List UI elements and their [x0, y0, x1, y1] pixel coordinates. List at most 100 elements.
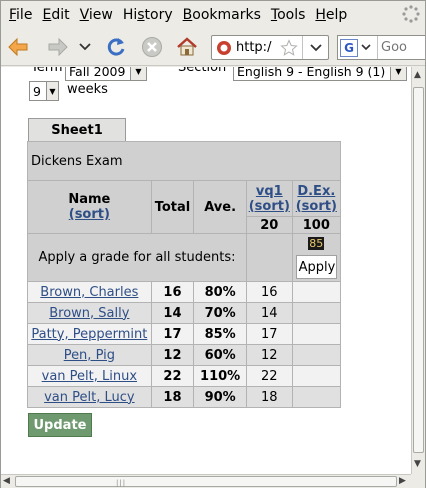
horizontal-scroll-thumb[interactable]: ||| — [15, 476, 397, 487]
menu-history[interactable]: History — [118, 7, 178, 23]
dex-link[interactable]: D.Ex. — [297, 184, 335, 199]
sort-dex-link[interactable]: (sort) — [296, 199, 337, 214]
update-button[interactable]: Update — [28, 413, 92, 437]
search-input[interactable] — [381, 40, 425, 55]
dropdown-arrow-icon: ▼ — [46, 82, 58, 100]
term-label: Term — [31, 67, 63, 75]
student-name-link[interactable]: van Pelt, Linux — [42, 369, 137, 384]
vq1-cell[interactable]: 12 — [245, 344, 293, 366]
menu-file[interactable]: File — [4, 7, 37, 23]
back-button[interactable] — [5, 34, 31, 60]
apply-grade-label: Apply a grade for all students: — [27, 233, 247, 282]
term-select-value: Fall 2009 — [69, 67, 126, 79]
history-dropdown-button[interactable] — [75, 34, 95, 60]
table-row: Brown, Sally 14 70% 14 — [27, 302, 342, 324]
url-text[interactable]: http:/ — [236, 40, 271, 55]
dex-cell[interactable] — [291, 344, 342, 366]
student-name-link[interactable]: Brown, Charles — [40, 285, 138, 300]
menu-tools[interactable]: Tools — [266, 7, 311, 23]
table-row: Pen, Pig 12 60% 12 — [27, 344, 342, 366]
stop-button[interactable] — [139, 34, 165, 60]
term-select[interactable]: Fall 2009 ▼ — [65, 67, 147, 81]
weeks-select-value: 9 — [33, 83, 41, 99]
section-select[interactable]: English 9 - English 9 (1) ▼ — [233, 67, 407, 81]
total-cell: 22 — [150, 365, 195, 387]
dex-cell[interactable] — [291, 302, 342, 324]
scrollbar-corner — [411, 474, 425, 488]
back-arrow-icon — [8, 37, 28, 57]
vertical-scroll-thumb[interactable] — [413, 87, 424, 453]
table-row: van Pelt, Linux 22 110% 22 — [27, 365, 342, 387]
scroll-up-icon[interactable]: ▲ — [414, 70, 421, 80]
total-cell: 17 — [150, 323, 195, 345]
vq1-cell[interactable]: 18 — [245, 386, 293, 408]
dex-cell[interactable] — [291, 281, 342, 303]
scroll-right-icon[interactable]: ▶ — [399, 476, 406, 486]
total-cell: 16 — [150, 281, 195, 303]
scroll-left-icon[interactable]: ◀ — [3, 476, 10, 486]
average-cell: 85% — [193, 323, 247, 345]
dex-cell[interactable] — [291, 365, 342, 387]
url-dropdown-button[interactable] — [302, 36, 328, 59]
vq1-cell[interactable]: 16 — [245, 281, 293, 303]
student-name-link[interactable]: van Pelt, Lucy — [44, 390, 134, 405]
vq1-link[interactable]: vq1 — [256, 184, 283, 199]
apply-grade-input[interactable]: 85 — [308, 237, 325, 250]
menu-edit[interactable]: Edit — [37, 7, 74, 23]
vertical-scrollbar[interactable]: ▲ ▼ — [411, 67, 425, 474]
vq1-cell[interactable]: 17 — [245, 323, 293, 345]
browser-window: File Edit View History Bookmarks Tools H… — [0, 0, 426, 488]
reload-icon — [107, 38, 125, 56]
section-select-value: English 9 - English 9 (1) — [237, 67, 386, 79]
stop-icon — [142, 37, 162, 57]
average-cell: 80% — [193, 281, 247, 303]
gradebook-table: Dickens Exam Name (sort) Total Ave. vq1 … — [27, 141, 342, 408]
name-header: Name (sort) — [27, 180, 152, 234]
apply-dex-cell: 85 Apply — [291, 233, 342, 282]
page-content: Term Fall 2009 ▼ Section English 9 - Eng… — [1, 67, 411, 474]
throbber-icon — [402, 5, 420, 23]
vq1-cell[interactable]: 22 — [245, 365, 293, 387]
bookmark-star-icon[interactable] — [280, 39, 298, 57]
search-engine-button[interactable]: G — [338, 36, 378, 59]
menu-bar: File Edit View History Bookmarks Tools H… — [1, 1, 425, 28]
weeks-select[interactable]: 9 ▼ — [29, 81, 59, 101]
table-row: van Pelt, Lucy 18 90% 18 — [27, 386, 342, 408]
tab-sheet1[interactable]: Sheet1 — [28, 118, 126, 142]
sort-name-link[interactable]: (sort) — [69, 207, 110, 222]
dex-header: D.Ex. (sort) — [291, 180, 342, 217]
chevron-down-icon — [79, 43, 91, 51]
dex-cell[interactable] — [291, 323, 342, 345]
total-cell: 12 — [150, 344, 195, 366]
dex-cell[interactable] — [291, 386, 342, 408]
home-button[interactable] — [174, 34, 200, 60]
total-cell: 14 — [150, 302, 195, 324]
average-cell: 70% — [193, 302, 247, 324]
sort-vq1-link[interactable]: (sort) — [249, 199, 290, 214]
scroll-down-icon[interactable]: ▼ — [414, 459, 421, 469]
forward-arrow-icon — [48, 37, 68, 57]
total-header: Total — [150, 180, 195, 234]
reload-button[interactable] — [103, 34, 129, 60]
chevron-down-icon — [309, 43, 322, 51]
vq1-cell[interactable]: 14 — [245, 302, 293, 324]
horizontal-scrollbar[interactable]: ◀ ||| ▶ — [1, 474, 411, 488]
student-name-link[interactable]: Brown, Sally — [49, 306, 129, 321]
chevron-down-icon — [361, 44, 371, 51]
menu-view[interactable]: View — [75, 7, 118, 23]
vq1-header: vq1 (sort) — [245, 180, 293, 217]
name-header-label: Name — [68, 192, 111, 207]
total-cell: 18 — [150, 386, 195, 408]
student-name-link[interactable]: Patty, Peppermint — [31, 327, 147, 342]
forward-button[interactable] — [45, 34, 71, 60]
search-bar: G — [337, 35, 425, 60]
dropdown-arrow-icon: ▼ — [390, 67, 406, 80]
home-icon — [177, 37, 197, 56]
url-bar[interactable]: http:/ — [211, 35, 329, 60]
apply-button[interactable]: Apply — [295, 255, 337, 279]
menu-help[interactable]: Help — [310, 7, 352, 23]
menu-bookmarks[interactable]: Bookmarks — [178, 7, 266, 23]
student-name-link[interactable]: Pen, Pig — [64, 348, 115, 363]
site-favicon-icon — [217, 40, 231, 55]
table-row: Patty, Peppermint 17 85% 17 — [27, 323, 342, 345]
